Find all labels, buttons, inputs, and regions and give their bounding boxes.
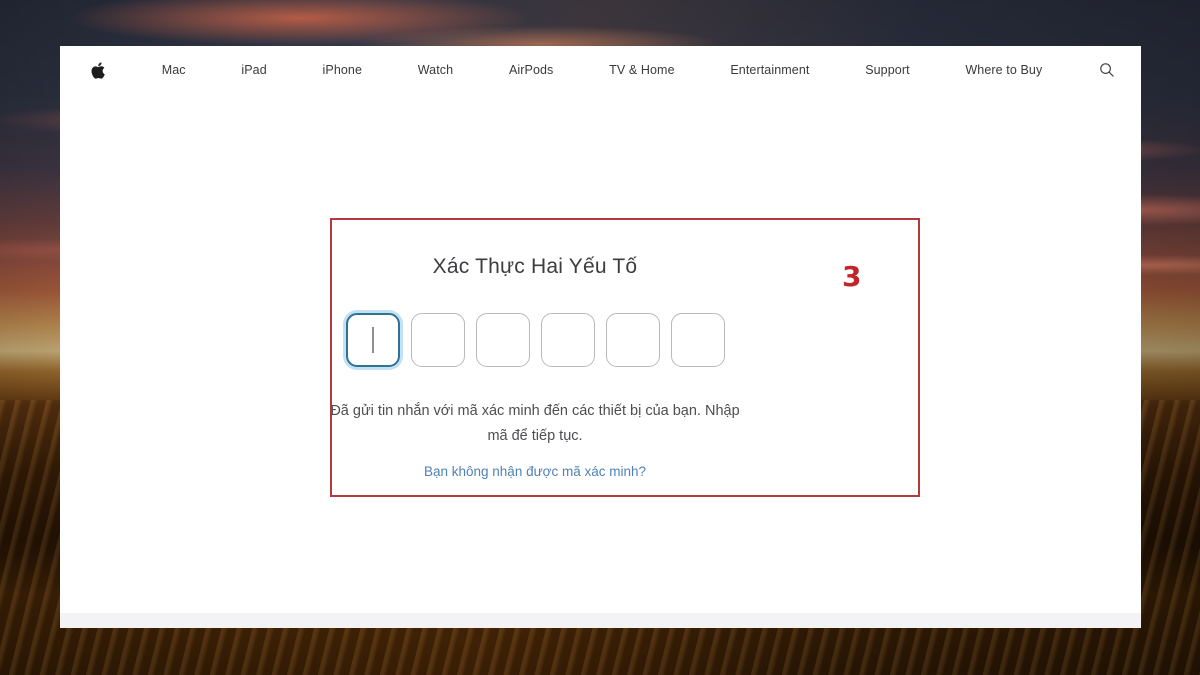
code-digit-input-5[interactable] [605, 313, 660, 368]
nav-item-watch[interactable]: Watch [418, 63, 453, 77]
page-footer-strip [60, 613, 1141, 628]
nav-item-where-to-buy[interactable]: Where to Buy [965, 63, 1042, 77]
nav-item-entertainment[interactable]: Entertainment [730, 63, 809, 77]
browser-window: Mac iPad iPhone Watch AirPods TV & Home … [60, 46, 1141, 628]
nav-item-airpods[interactable]: AirPods [509, 63, 553, 77]
two-factor-auth-page: Xác Thực Hai Yếu Tố Đã gửi tin nhắn với … [60, 94, 1141, 628]
code-digit-input-2[interactable] [410, 313, 465, 368]
verification-instructions: Đã gửi tin nhắn với mã xác minh đến các … [330, 403, 740, 445]
nav-item-iphone[interactable]: iPhone [323, 63, 363, 77]
text-caret [372, 327, 373, 354]
search-icon[interactable] [1098, 62, 1115, 79]
apple-logo-icon[interactable] [90, 61, 106, 80]
resend-code-link[interactable]: Bạn không nhận được mã xác minh? [424, 464, 646, 479]
nav-item-support[interactable]: Support [865, 63, 909, 77]
nav-item-tv-and-home[interactable]: TV & Home [609, 63, 675, 77]
code-digit-input-1[interactable] [345, 313, 400, 368]
nav-item-mac[interactable]: Mac [162, 63, 186, 77]
code-digit-input-6[interactable] [670, 313, 725, 368]
code-digit-input-4[interactable] [540, 313, 595, 368]
global-navigation-bar: Mac iPad iPhone Watch AirPods TV & Home … [60, 46, 1141, 94]
code-digit-input-3[interactable] [475, 313, 530, 368]
verification-code-input-group [270, 313, 800, 368]
nav-item-ipad[interactable]: iPad [241, 63, 266, 77]
two-factor-panel: Xác Thực Hai Yếu Tố Đã gửi tin nhắn với … [270, 254, 800, 481]
page-title: Xác Thực Hai Yếu Tố [432, 255, 638, 278]
